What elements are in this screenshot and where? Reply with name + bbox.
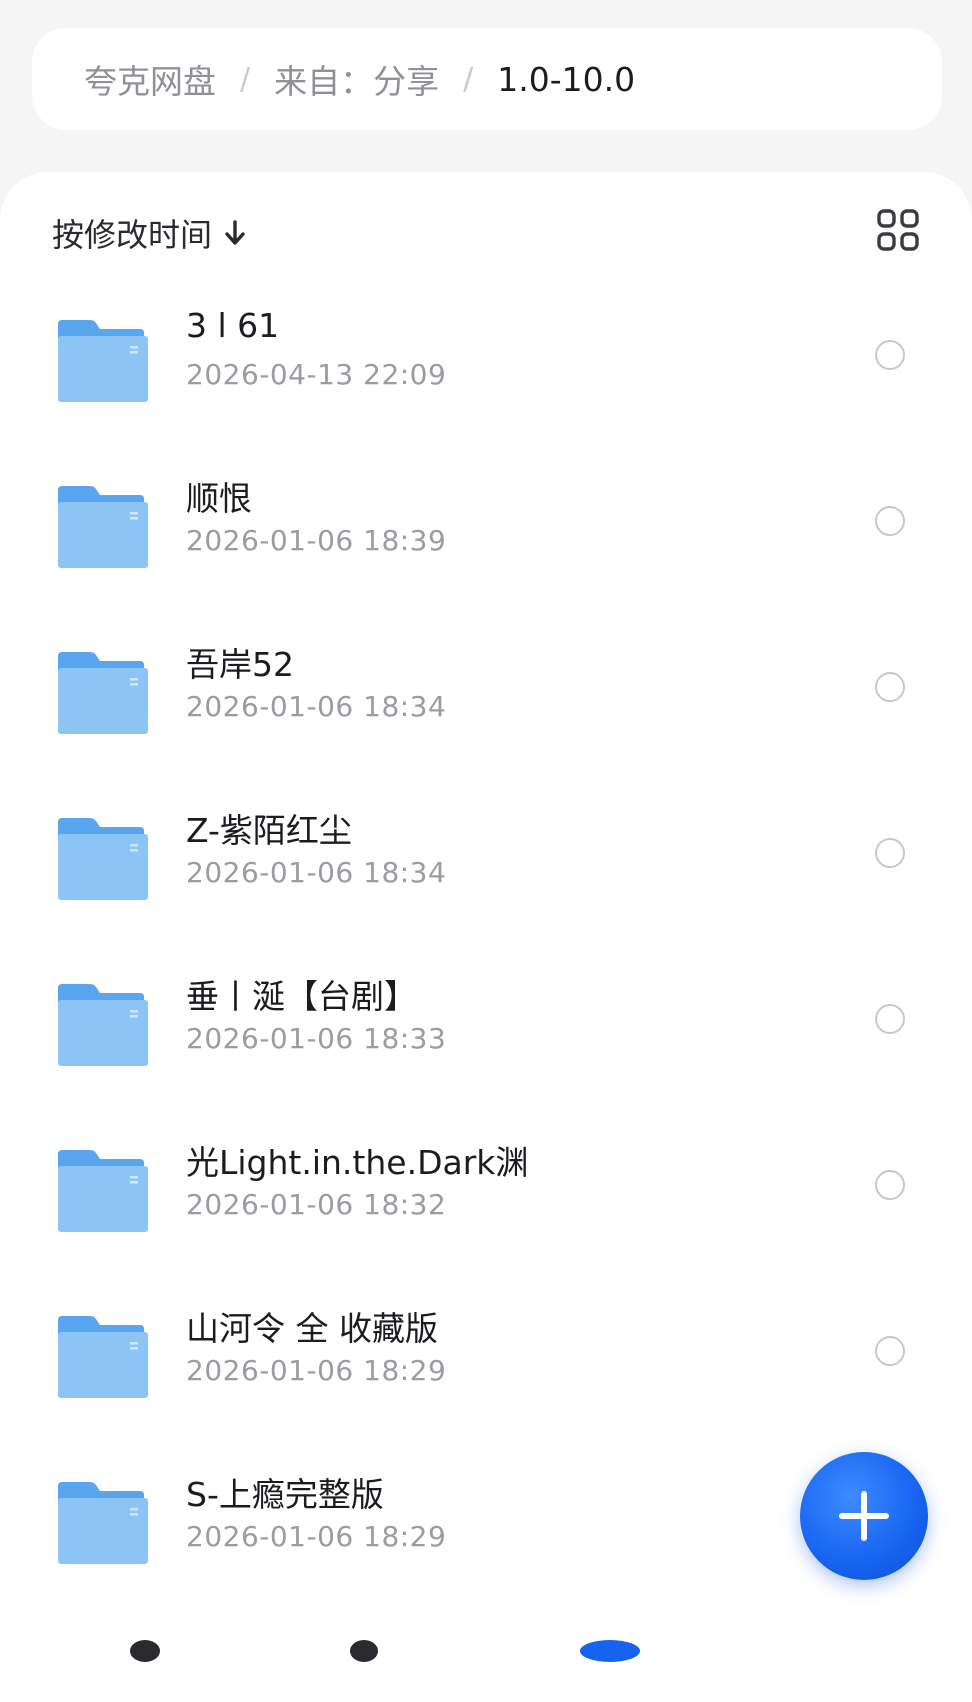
select-checkbox[interactable] (875, 672, 905, 702)
plus-icon (839, 1491, 889, 1541)
add-button[interactable] (800, 1452, 928, 1580)
folder-icon (58, 652, 148, 734)
breadcrumb: 夸克网盘 / 来自：分享 / 1.0-10.0 (32, 28, 942, 130)
file-row[interactable]: Z-紫陌红尘 2026-01-06 18:34 (0, 776, 972, 942)
sort-button[interactable]: 按修改时间 (52, 210, 248, 256)
folder-icon (58, 486, 148, 568)
folder-icon (58, 320, 148, 402)
select-checkbox[interactable] (875, 1336, 905, 1366)
file-modified-time: 2026-04-13 22:09 (186, 358, 447, 391)
file-name: S-上瘾完整版 (186, 1475, 384, 1514)
breadcrumb-separator: / (240, 61, 251, 97)
file-name: 垂丨涎【台剧】 (186, 977, 417, 1016)
file-row[interactable]: 吾岸52 2026-01-06 18:34 (0, 610, 972, 776)
file-modified-time: 2026-01-06 18:33 (186, 1022, 447, 1055)
folder-icon (58, 984, 148, 1066)
folder-icon (58, 1316, 148, 1398)
file-name: 光Light.in.the.Dark渊 (186, 1143, 529, 1182)
select-checkbox[interactable] (875, 506, 905, 536)
arrow-down-icon (225, 220, 245, 245)
file-modified-time: 2026-01-06 18:34 (186, 690, 447, 723)
bottom-nav-hint (350, 1640, 378, 1662)
file-name: 吾岸52 (186, 645, 294, 684)
file-name: 山河令 全 收藏版 (186, 1309, 438, 1348)
select-checkbox[interactable] (875, 1170, 905, 1200)
file-row[interactable]: 顺恨 2026-01-06 18:39 (0, 444, 972, 610)
file-row[interactable]: 3 l 61 2026-04-13 22:09 (0, 278, 972, 444)
file-name: 3 l 61 (186, 306, 280, 345)
select-checkbox[interactable] (875, 1004, 905, 1034)
file-modified-time: 2026-01-06 18:32 (186, 1188, 447, 1221)
file-name: 顺恨 (186, 479, 252, 518)
select-checkbox[interactable] (875, 838, 905, 868)
grid-view-icon[interactable] (876, 208, 920, 252)
folder-icon (58, 1482, 148, 1564)
file-name: Z-紫陌红尘 (186, 811, 352, 850)
breadcrumb-source[interactable]: 来自：分享 (274, 55, 439, 103)
folder-icon (58, 818, 148, 900)
file-modified-time: 2026-01-06 18:39 (186, 524, 447, 557)
file-row[interactable]: 光Light.in.the.Dark渊 2026-01-06 18:32 (0, 1108, 972, 1274)
file-modified-time: 2026-01-06 18:34 (186, 856, 447, 889)
bottom-nav-badge (580, 1640, 640, 1662)
breadcrumb-current: 1.0-10.0 (497, 59, 636, 99)
select-checkbox[interactable] (875, 340, 905, 370)
file-modified-time: 2026-01-06 18:29 (186, 1520, 447, 1553)
file-modified-time: 2026-01-06 18:29 (186, 1354, 447, 1387)
bottom-nav-hint (130, 1640, 160, 1662)
sort-label: 按修改时间 (52, 216, 213, 254)
file-row[interactable]: 山河令 全 收藏版 2026-01-06 18:29 (0, 1274, 972, 1440)
folder-icon (58, 1150, 148, 1232)
file-row[interactable]: 垂丨涎【台剧】 2026-01-06 18:33 (0, 942, 972, 1108)
breadcrumb-root[interactable]: 夸克网盘 (84, 55, 216, 103)
breadcrumb-separator: / (463, 61, 474, 97)
